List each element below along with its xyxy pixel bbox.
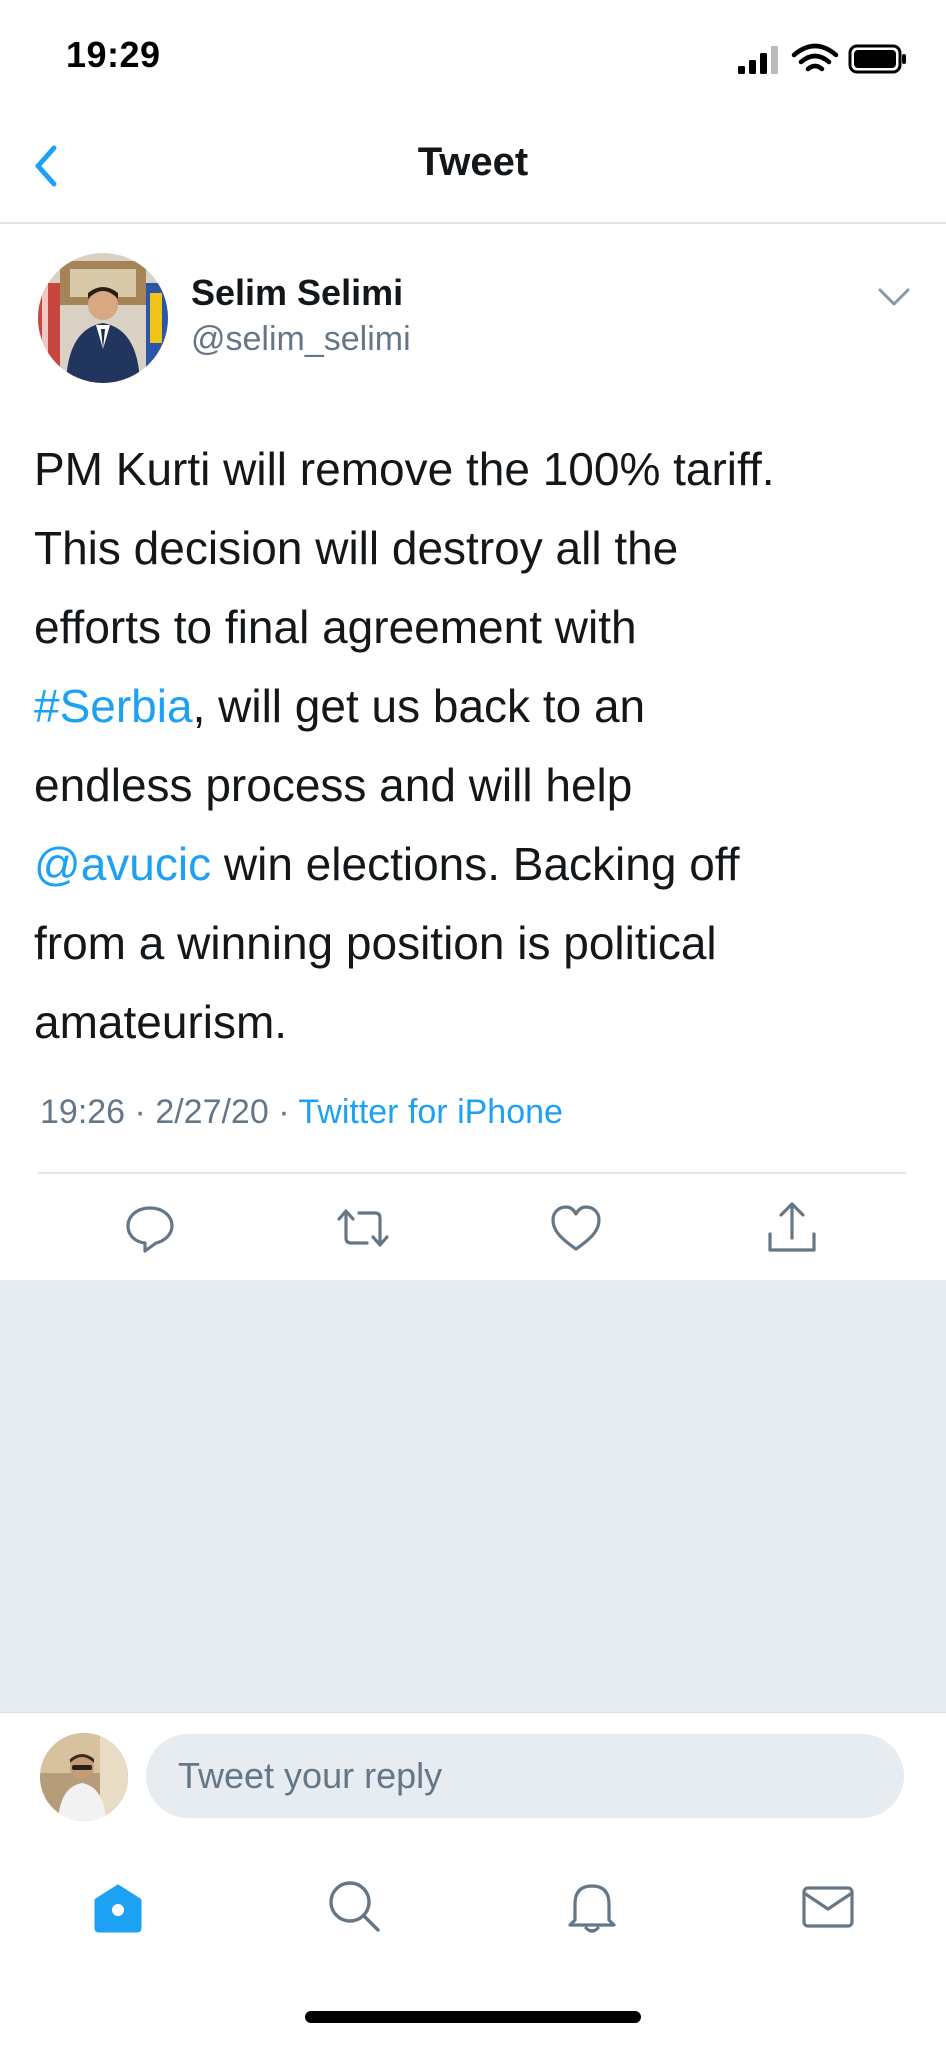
back-button[interactable] — [28, 140, 72, 192]
tweet-text: PM Kurti will remove the 100% tariff. Th… — [34, 430, 914, 1062]
retweet-icon — [337, 1209, 389, 1247]
tweet-text-line: amateurism. — [34, 983, 914, 1062]
tweet-text-segment: This decision will destroy all the — [34, 522, 679, 574]
status-icons — [738, 43, 906, 74]
mail-icon — [802, 1886, 854, 1928]
tweet-text-segment: endless process and will help — [34, 759, 633, 811]
tweet-text-line: @avucic win elections. Backing off — [34, 825, 914, 904]
search-icon — [329, 1881, 380, 1932]
tab-messages[interactable] — [798, 1876, 858, 1936]
tweet-text-segment: PM Kurti will remove the 100% tariff. — [34, 443, 775, 495]
like-button[interactable] — [546, 1198, 606, 1258]
chevron-down-icon[interactable] — [876, 282, 912, 310]
tweet-source-link[interactable]: Twitter for iPhone — [298, 1093, 563, 1131]
meta-separator: · — [125, 1093, 156, 1131]
tweet-time: 19:26 — [40, 1093, 126, 1131]
meta-separator: · — [268, 1093, 299, 1131]
reply-button[interactable] — [120, 1198, 180, 1258]
reply-icon — [126, 1206, 174, 1253]
empty-replies-area — [0, 1280, 946, 1712]
battery-icon — [848, 44, 906, 74]
tweet-text-segment: win elections. Backing off — [211, 838, 740, 890]
hashtag-link[interactable]: #Serbia — [34, 680, 193, 732]
heart-icon — [551, 1205, 601, 1251]
retweet-button[interactable] — [333, 1198, 393, 1258]
home-indicator — [305, 2011, 641, 2023]
tweet-text-line: endless process and will help — [34, 746, 914, 825]
tab-search[interactable] — [324, 1876, 384, 1936]
tweet-text-segment: amateurism. — [34, 996, 288, 1048]
signal-icon — [738, 46, 778, 74]
status-time: 19:29 — [66, 34, 161, 75]
author-handle[interactable]: @selim_selimi — [191, 320, 411, 359]
reply-bar-divider — [0, 1712, 946, 1713]
tweet-text-line: This decision will destroy all the — [34, 509, 914, 588]
share-button[interactable] — [762, 1198, 822, 1258]
tweet-date: 2/27/20 — [155, 1093, 269, 1131]
tweet-text-line: from a winning position is political — [34, 904, 914, 983]
tweet-text-line: PM Kurti will remove the 100% tariff. — [34, 430, 914, 509]
bell-icon — [568, 1884, 616, 1933]
author-name[interactable]: Selim Selimi — [191, 272, 403, 314]
page-title: Tweet — [417, 140, 529, 184]
tab-notifications[interactable] — [562, 1876, 622, 1936]
tab-home[interactable] — [88, 1876, 148, 1936]
author-avatar[interactable] — [38, 253, 168, 383]
tweet-text-line: efforts to final agreement with — [34, 588, 914, 667]
tweet-text-line: #Serbia, will get us back to an — [34, 667, 914, 746]
mention-link[interactable]: @avucic — [34, 838, 211, 890]
tweet-text-segment: efforts to final agreement with — [34, 601, 637, 653]
home-icon — [94, 1884, 142, 1933]
actions-divider — [38, 1172, 906, 1174]
tweet-text-segment: , will get us back to an — [192, 680, 646, 732]
reply-input[interactable] — [146, 1734, 904, 1818]
tweet-meta: 19:26 · 2/27/20 · Twitter for iPhone — [40, 1093, 563, 1132]
wifi-icon — [791, 43, 839, 72]
user-avatar[interactable] — [40, 1733, 128, 1821]
share-icon — [768, 1202, 816, 1252]
tweet-text-segment: from a winning position is political — [34, 917, 717, 969]
chevron-left-icon — [35, 145, 57, 187]
header-divider — [0, 222, 946, 224]
